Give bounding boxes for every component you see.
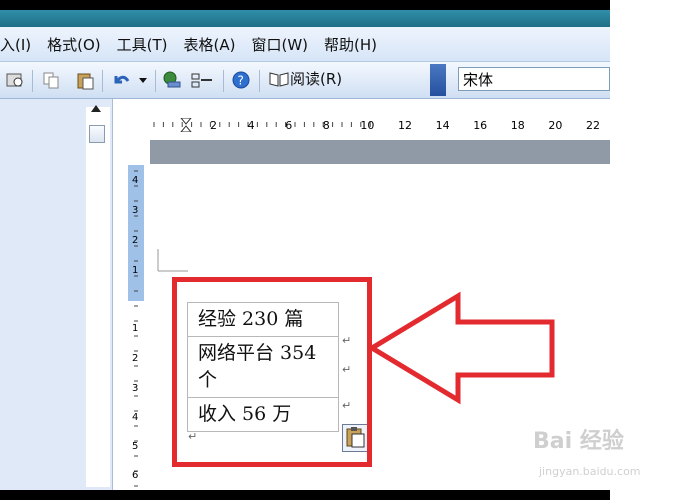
watermark: Bai 经验 jingyan.baidu.com (533, 423, 673, 478)
watermark-url: jingyan.baidu.com (539, 465, 641, 478)
watermark-brand: Bai 经验 (533, 429, 624, 454)
red-arrow-icon (367, 291, 555, 405)
page: { "menubar": { "items": ["入(I)", "格式(O)"… (0, 0, 700, 500)
